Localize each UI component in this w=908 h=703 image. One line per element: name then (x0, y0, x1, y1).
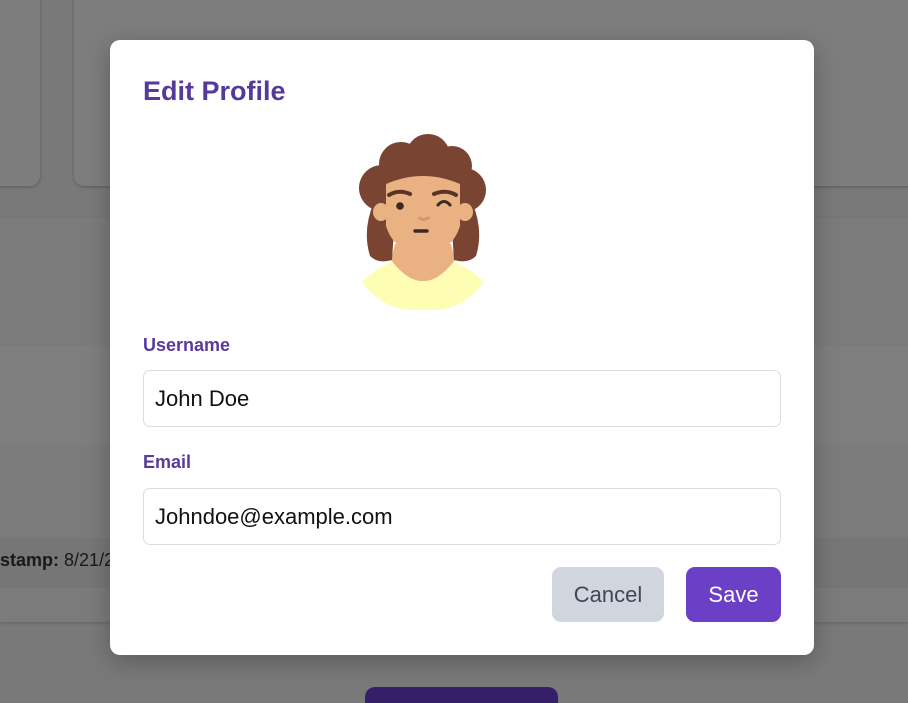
username-label: Username (143, 335, 231, 355)
edit-profile-modal: Edit Profile Username John Doe Email Joh… (110, 40, 814, 655)
modal-title: Edit Profile (143, 76, 286, 106)
email-label: Email (143, 452, 192, 472)
save-button[interactable]: Save (686, 567, 781, 622)
woman-curly-hair-avatar-icon (359, 134, 486, 311)
cancel-button[interactable]: Cancel (552, 567, 664, 622)
avatar (348, 134, 498, 311)
email-input[interactable] (143, 488, 781, 545)
username-input[interactable] (143, 370, 781, 427)
